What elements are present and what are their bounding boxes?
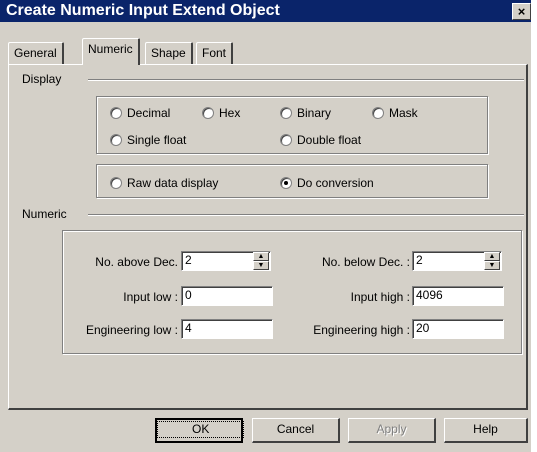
display-section-divider bbox=[88, 79, 524, 81]
no-above-dec-label: No. above Dec. bbox=[95, 255, 178, 269]
no-below-dec-label: No. below Dec. : bbox=[321, 255, 410, 269]
radio-double-float-label: Double float bbox=[297, 133, 362, 147]
engineering-low-field[interactable]: 4 bbox=[181, 319, 273, 339]
engineering-high-field[interactable]: 20 bbox=[412, 319, 504, 339]
radio-raw-data-display[interactable]: Raw data display bbox=[110, 176, 218, 190]
engineering-high-label: Engineering high : bbox=[313, 323, 410, 337]
spin-down-icon[interactable]: ▼ bbox=[253, 261, 269, 270]
radio-button-icon bbox=[202, 107, 214, 119]
window-title: Create Numeric Input Extend Object bbox=[6, 2, 280, 19]
close-button[interactable]: × bbox=[512, 3, 531, 20]
radio-button-icon bbox=[110, 134, 122, 146]
radio-binary[interactable]: Binary bbox=[280, 106, 331, 120]
radio-decimal-label: Decimal bbox=[127, 106, 171, 120]
radio-button-icon bbox=[280, 134, 292, 146]
close-icon: × bbox=[517, 4, 526, 19]
radio-hex-label: Hex bbox=[219, 106, 241, 120]
input-high-field[interactable]: 4096 bbox=[412, 286, 504, 306]
input-low-label: Input low : bbox=[123, 290, 178, 304]
tab-general[interactable]: General bbox=[8, 42, 64, 64]
radio-do-conversion-label: Do conversion bbox=[297, 176, 374, 190]
tab-numeric[interactable]: Numeric bbox=[82, 38, 140, 65]
no-below-dec-spinner[interactable]: ▲ ▼ bbox=[484, 252, 500, 270]
radio-double-float[interactable]: Double float bbox=[280, 133, 361, 147]
ok-button-label: OK bbox=[157, 421, 245, 438]
spin-up-icon[interactable]: ▲ bbox=[253, 252, 269, 261]
radio-hex[interactable]: Hex bbox=[202, 106, 240, 120]
radio-mask[interactable]: Mask bbox=[372, 106, 418, 120]
radio-button-icon bbox=[372, 107, 384, 119]
radio-button-icon bbox=[280, 107, 292, 119]
apply-button[interactable]: Apply bbox=[348, 418, 436, 443]
radio-button-selected-icon bbox=[280, 177, 292, 189]
ok-button[interactable]: OK bbox=[155, 418, 245, 443]
title-bar: Create Numeric Input Extend Object × bbox=[0, 0, 531, 22]
radio-button-icon bbox=[110, 177, 122, 189]
numeric-section-label: Numeric bbox=[20, 207, 69, 221]
cancel-button[interactable]: Cancel bbox=[252, 418, 340, 443]
tab-font[interactable]: Font bbox=[196, 42, 234, 64]
radio-binary-label: Binary bbox=[297, 106, 332, 120]
radio-decimal[interactable]: Decimal bbox=[110, 106, 170, 120]
radio-do-conversion[interactable]: Do conversion bbox=[280, 176, 374, 190]
radio-button-icon bbox=[110, 107, 122, 119]
create-numeric-input-dialog: Create Numeric Input Extend Object × Gen… bbox=[0, 0, 531, 452]
tab-shape[interactable]: Shape bbox=[145, 42, 193, 64]
no-above-dec-spinner[interactable]: ▲ ▼ bbox=[253, 252, 269, 270]
input-high-label: Input high : bbox=[350, 290, 410, 304]
radio-mask-label: Mask bbox=[389, 106, 418, 120]
numeric-section-divider bbox=[88, 214, 524, 216]
engineering-low-label: Engineering low : bbox=[85, 323, 178, 337]
radio-raw-data-display-label: Raw data display bbox=[127, 176, 219, 190]
spin-up-icon[interactable]: ▲ bbox=[484, 252, 500, 261]
help-button[interactable]: Help bbox=[444, 418, 528, 443]
radio-single-float-label: Single float bbox=[127, 133, 187, 147]
spin-down-icon[interactable]: ▼ bbox=[484, 261, 500, 270]
radio-single-float[interactable]: Single float bbox=[110, 133, 186, 147]
input-low-field[interactable]: 0 bbox=[181, 286, 273, 306]
display-section-label: Display bbox=[20, 72, 64, 86]
